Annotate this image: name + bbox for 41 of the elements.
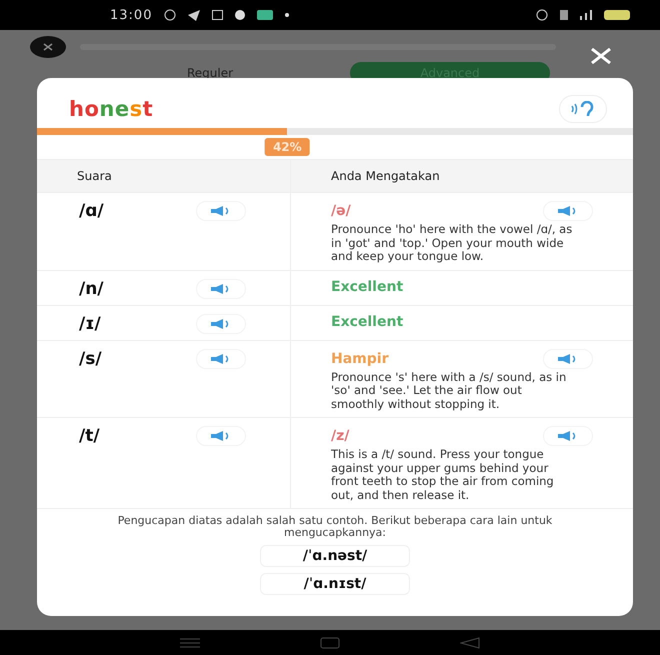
play-button[interactable]	[543, 426, 593, 446]
close-icon[interactable]	[590, 48, 612, 64]
app-icon	[257, 10, 274, 20]
phoneme-label: /s/	[79, 348, 102, 368]
play-button[interactable]	[196, 348, 246, 368]
word-title: honest	[69, 97, 154, 121]
tip-text: Pronounce 's' here with a /s/ sound, as in 'so' and 'see.' Let the air flow out smoothly without stopping it.	[331, 370, 568, 411]
tip-text: Pronounce 'ho' here with the vowel /ɑ/, as in 'got' and 'top.' Open your mouth wide and keep your tongue low.	[331, 223, 573, 264]
result-label: /z/	[331, 428, 350, 444]
home-icon[interactable]	[320, 636, 340, 648]
phoneme-label: /n/	[79, 278, 104, 298]
phoneme-label: /t/	[79, 426, 100, 446]
square-icon	[212, 10, 224, 20]
result-label: Excellent	[331, 278, 404, 294]
menu-icon[interactable]	[180, 638, 200, 648]
play-button[interactable]	[196, 201, 246, 221]
play-button[interactable]	[543, 348, 593, 368]
result-label: /ə/	[331, 203, 351, 219]
play-button[interactable]	[196, 278, 246, 298]
close-icon[interactable]	[30, 36, 66, 58]
listen-button[interactable]	[559, 95, 607, 123]
column-header: Anda Mengatakan	[290, 160, 633, 192]
column-header: Suara	[37, 160, 290, 192]
tip-text: This is a /t/ sound. Press your tongue against your upper gums behind your front teeth to stop the air from coming out, and then release it.	[331, 448, 555, 502]
battery-icon	[604, 10, 630, 20]
variant-button[interactable]: /ˈɑ.nəst/	[260, 545, 410, 567]
play-button[interactable]	[543, 201, 593, 221]
phoneme-label: /ɪ/	[79, 314, 101, 334]
play-button[interactable]	[196, 314, 246, 334]
result-label: Hampir	[331, 350, 388, 366]
back-icon[interactable]	[460, 636, 480, 648]
signal-icon	[580, 10, 592, 20]
note-text: Pengucapan diatas adalah salah satu contoh. Berikut beberapa cara lain untuk mengucapkannya:	[116, 515, 554, 539]
dot-icon	[285, 13, 290, 17]
status-time: 13:00	[110, 8, 152, 22]
phoneme-label: /ɑ/	[79, 201, 104, 221]
send-icon	[188, 10, 200, 20]
score-badge: 42%	[264, 138, 310, 156]
variant-button[interactable]: /ˈɑ.nɪst/	[260, 573, 410, 595]
result-label: Excellent	[331, 314, 404, 330]
play-button[interactable]	[196, 426, 246, 446]
